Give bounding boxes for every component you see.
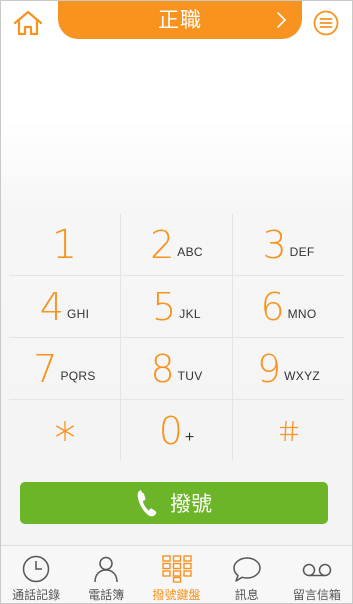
keypad-row: 7 PQRS 8 TUV 9 WXYZ <box>9 337 344 399</box>
key-digit: 2 <box>150 222 175 267</box>
key-digit: 8 <box>150 346 175 391</box>
nav-label: 通話記錄 <box>12 588 61 602</box>
nav-messages[interactable]: 訊息 <box>212 546 282 603</box>
home-icon <box>13 10 43 36</box>
menu-button[interactable] <box>313 10 339 36</box>
keypad-row: 4 GHI 5 JKL 6 MNO <box>9 275 344 337</box>
key-0[interactable]: 0 + <box>120 400 232 461</box>
nav-label: 留言信箱 <box>292 588 341 602</box>
person-icon <box>94 556 119 583</box>
key-letters: TUV <box>177 368 203 383</box>
key-digit: 0 <box>158 408 183 453</box>
key-digit: 1 <box>51 221 78 268</box>
key-letters: PQRS <box>60 368 96 383</box>
key-1[interactable]: 1 <box>9 214 120 275</box>
dial-keypad: 1 2 ABC 3 DEF 4 GHI 5 JKL 6 MNO 7 PQRS 8… <box>1 214 352 461</box>
call-button[interactable]: 撥號 <box>20 482 328 524</box>
nav-label: 電話簿 <box>88 588 125 602</box>
call-label: 撥號 <box>170 492 212 516</box>
title-tab[interactable]: 正職 <box>58 1 302 39</box>
nav-call-log[interactable]: 通話記錄 <box>1 546 71 603</box>
nav-label: 撥號鍵盤 <box>152 588 201 602</box>
key-5[interactable]: 5 JKL <box>120 276 232 337</box>
hash-icon <box>279 420 298 441</box>
key-3[interactable]: 3 DEF <box>232 214 344 275</box>
key-digit: 5 <box>152 284 177 329</box>
chat-bubble-icon <box>232 557 261 582</box>
key-hash[interactable]: # <box>232 400 344 461</box>
nav-voicemail[interactable]: 留言信箱 <box>282 546 352 603</box>
asterisk-icon <box>55 420 74 441</box>
key-letters: + <box>184 428 195 446</box>
key-6[interactable]: 6 MNO <box>232 276 344 337</box>
phone-screen: 正職 1 2 ABC 3 DEF 4 GHI 5 JKL 6 MNO 7 PQR… <box>0 0 353 604</box>
phone-icon <box>137 490 157 517</box>
key-letters: ABC <box>177 244 203 259</box>
key-letters: JKL <box>179 306 201 321</box>
nav-label: 訊息 <box>234 588 259 602</box>
chevron-right-icon[interactable] <box>276 11 288 29</box>
key-star[interactable]: * <box>9 400 120 461</box>
key-4[interactable]: 4 GHI <box>9 276 120 337</box>
key-digit: 9 <box>256 346 282 391</box>
key-2[interactable]: 2 ABC <box>120 214 232 275</box>
nav-contacts[interactable]: 電話簿 <box>71 546 141 603</box>
key-digit: 6 <box>260 284 285 329</box>
key-letters: DEF <box>289 244 315 259</box>
bottom-nav: 通話記錄 電話簿 撥號鍵盤 訊息 留言信箱 <box>1 545 352 603</box>
top-bar: 正職 <box>1 1 352 45</box>
page-title: 正職 <box>158 8 202 32</box>
key-digit: 7 <box>33 346 58 391</box>
clock-icon <box>22 555 50 583</box>
menu-icon <box>313 10 339 36</box>
key-digit: 3 <box>262 222 287 267</box>
key-letters: MNO <box>287 306 317 321</box>
key-letters: GHI <box>66 306 90 321</box>
keypad-row: * 0 + # <box>9 399 344 461</box>
voicemail-icon <box>302 563 332 577</box>
home-button[interactable] <box>11 8 45 38</box>
keypad-icon <box>161 555 192 583</box>
key-8[interactable]: 8 TUV <box>120 338 232 399</box>
keypad-row: 1 2 ABC 3 DEF <box>9 214 344 275</box>
key-9[interactable]: 9 WXYZ <box>232 338 344 399</box>
key-letters: WXYZ <box>284 368 321 383</box>
nav-keypad[interactable]: 撥號鍵盤 <box>141 546 211 603</box>
key-7[interactable]: 7 PQRS <box>9 338 120 399</box>
key-digit: 4 <box>39 284 64 329</box>
